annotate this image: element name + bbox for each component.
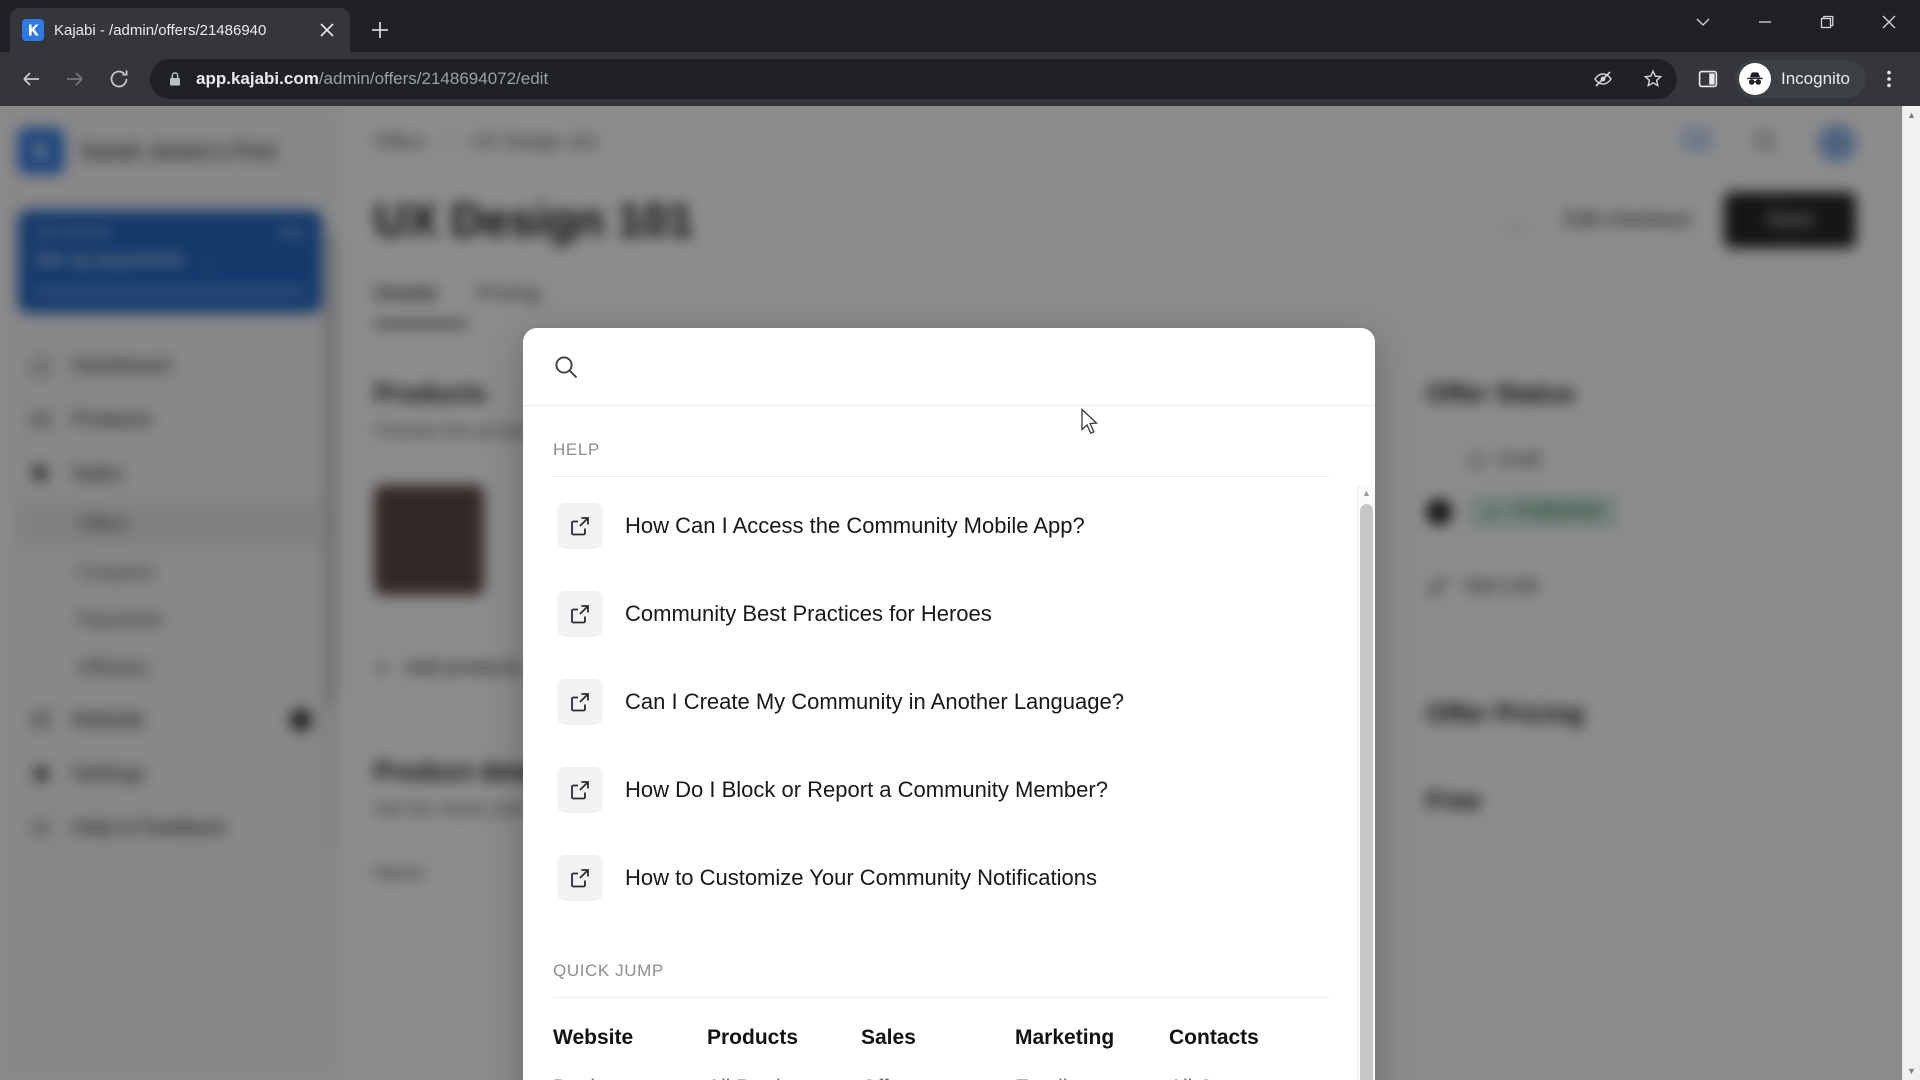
modal-body: HELP How Can I Access the Community Mobi… [523, 406, 1375, 1080]
three-dot-menu-icon[interactable] [1868, 58, 1910, 100]
column-header: Marketing [1015, 1026, 1115, 1049]
kajabi-logo-icon [22, 19, 44, 41]
address-bar[interactable]: app.kajabi.com/admin/offers/2148694072/e… [150, 59, 1677, 99]
help-item-label: Community Best Practices for Heroes [625, 601, 992, 626]
page-scrollbar[interactable]: ▲ ▼ [1902, 106, 1920, 1080]
url-path: /admin/offers/2148694072/edit [318, 69, 549, 88]
column-header: Website [553, 1026, 634, 1049]
list-item[interactable]: How Do I Block or Report a Community Mem… [553, 751, 1329, 829]
help-item-label: How to Customize Your Community Notifica… [625, 865, 1097, 890]
quick-jump-grid: Website Design Pages Navigation Blog Pro… [553, 1026, 1329, 1080]
modal-scrollbar-thumb[interactable] [1360, 504, 1373, 1080]
window-controls [1672, 0, 1920, 44]
list-item[interactable]: Can I Create My Community in Another Lan… [553, 663, 1329, 741]
browser-window: Kajabi - /admin/offers/21486940 app.kaja… [0, 0, 1920, 1080]
browser-toolbar: app.kajabi.com/admin/offers/2148694072/e… [0, 52, 1920, 106]
tab-strip: Kajabi - /admin/offers/21486940 [0, 0, 1920, 52]
chevron-down-icon[interactable] [1672, 0, 1734, 44]
quick-jump-modal: HELP How Can I Access the Community Mobi… [523, 328, 1375, 1080]
modal-search-bar[interactable] [523, 328, 1375, 406]
star-icon[interactable] [1635, 61, 1671, 97]
modal-scroll-content: HELP How Can I Access the Community Mobi… [523, 406, 1375, 1080]
search-icon [553, 354, 579, 380]
quick-jump-link[interactable]: Offers [861, 1076, 1015, 1080]
column-header: Contacts [1169, 1026, 1259, 1049]
column-header: Products [707, 1026, 799, 1049]
scroll-up-arrow[interactable]: ▲ [1903, 106, 1920, 124]
quick-jump-link[interactable]: Design [553, 1076, 707, 1080]
incognito-indicator[interactable]: Incognito [1735, 60, 1866, 98]
help-item-label: How Can I Access the Community Mobile Ap… [625, 513, 1085, 538]
help-group-label: HELP [553, 440, 1329, 477]
back-arrow-icon[interactable] [10, 58, 52, 100]
quick-jump-column-website: Website Design Pages Navigation Blog [553, 1026, 707, 1080]
quick-jump-column-sales: Sales Offers Coupons Payments Affiliates [861, 1026, 1015, 1080]
quick-jump-group-label: QUICK JUMP [553, 961, 1329, 998]
side-panel-icon[interactable] [1687, 58, 1729, 100]
external-link-icon [557, 503, 603, 549]
quick-jump-link[interactable]: All Products [707, 1076, 861, 1080]
quick-jump-link[interactable]: All Contacts [1169, 1076, 1323, 1080]
help-item-label: Can I Create My Community in Another Lan… [625, 689, 1124, 714]
external-link-icon [557, 855, 603, 901]
maximize-icon[interactable] [1796, 0, 1858, 44]
page-viewport: Sarah Jones's First Get Started Skip Set… [0, 106, 1920, 1080]
new-tab-icon[interactable] [362, 12, 398, 48]
list-item[interactable]: Community Best Practices for Heroes [553, 575, 1329, 653]
list-item[interactable]: How to Customize Your Community Notifica… [553, 839, 1329, 917]
address-bar-url: app.kajabi.com/admin/offers/2148694072/e… [196, 69, 1571, 89]
browser-tab[interactable]: Kajabi - /admin/offers/21486940 [10, 8, 350, 52]
url-host: app.kajabi.com [196, 69, 319, 88]
quick-jump-link[interactable]: Email Campaigns [1015, 1076, 1125, 1080]
incognito-label: Incognito [1781, 69, 1850, 88]
column-header: Sales [861, 1026, 916, 1049]
help-item-label: How Do I Block or Report a Community Mem… [625, 777, 1108, 802]
lock-icon [168, 71, 182, 87]
modal-scrollbar[interactable]: ▲ ▼ [1357, 484, 1375, 1080]
close-window-icon[interactable] [1858, 0, 1920, 44]
tab-title: Kajabi - /admin/offers/21486940 [54, 21, 267, 39]
eye-off-icon[interactable] [1585, 61, 1621, 97]
scroll-up-arrow[interactable]: ▲ [1358, 484, 1375, 502]
help-list: How Can I Access the Community Mobile Ap… [553, 487, 1329, 917]
quick-jump-column-contacts: Contacts All Contacts Assessments Affili… [1169, 1026, 1323, 1080]
incognito-hat-icon [1739, 63, 1771, 95]
search-input[interactable] [597, 354, 1345, 379]
quick-jump-column-marketing: Marketing Email Campaigns Funnels Automa… [1015, 1026, 1169, 1080]
list-item[interactable]: How Can I Access the Community Mobile Ap… [553, 487, 1329, 565]
quick-jump-column-products: Products All Products Podcasts Coaching [707, 1026, 861, 1080]
scroll-down-arrow[interactable]: ▼ [1903, 1062, 1920, 1080]
external-link-icon [557, 591, 603, 637]
external-link-icon [557, 679, 603, 725]
minimize-icon[interactable] [1734, 0, 1796, 44]
close-tab-icon[interactable] [316, 19, 338, 41]
reload-icon[interactable] [98, 58, 140, 100]
external-link-icon [557, 767, 603, 813]
forward-arrow-icon[interactable] [54, 58, 96, 100]
